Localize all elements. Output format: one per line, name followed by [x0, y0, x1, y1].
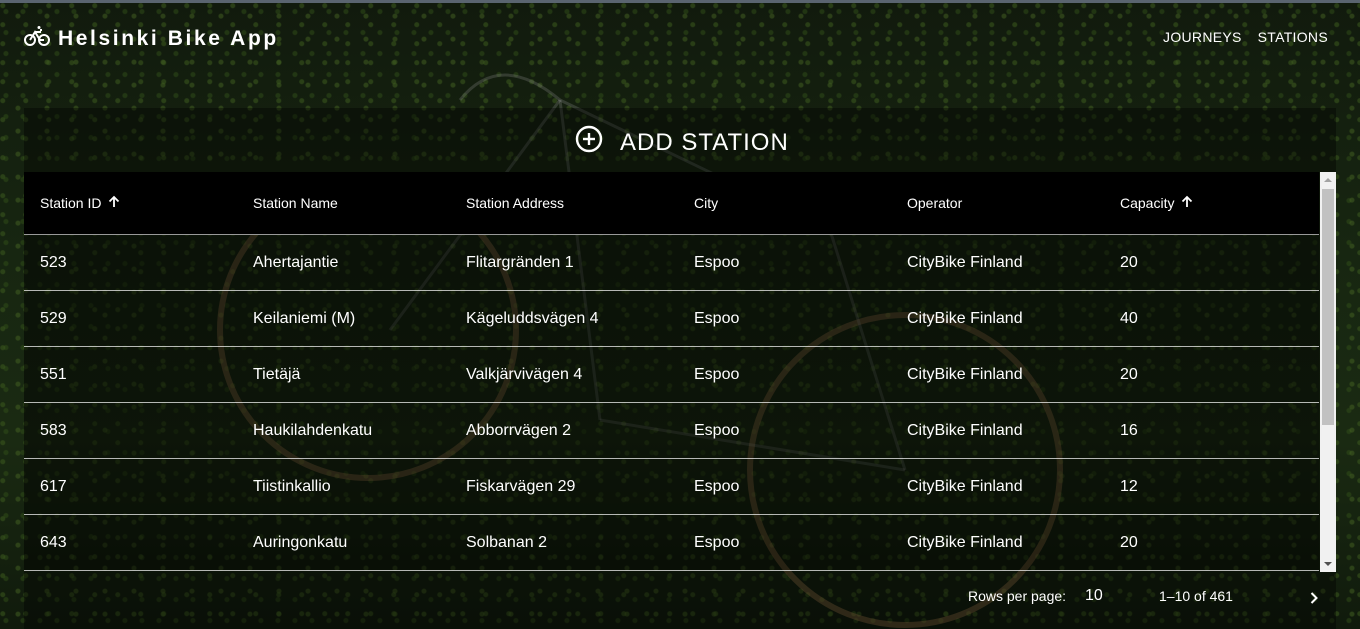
pagination-range: 1–10 of 461: [1159, 588, 1233, 604]
next-page-button[interactable]: [1304, 588, 1324, 608]
scrollbar-thumb[interactable]: [1322, 189, 1334, 425]
cell-station-name: Keilaniemi (M): [253, 309, 356, 327]
main-nav: JOURNEYS STATIONS: [1163, 29, 1328, 45]
add-station-label: ADD STATION: [620, 128, 789, 156]
cell-city: Espoo: [694, 477, 740, 495]
cell-station-address: Valkjärvivägen 4: [466, 365, 583, 383]
cell-operator: CityBike Finland: [907, 533, 1023, 551]
column-label: Operator: [907, 195, 963, 211]
scroll-up-icon[interactable]: [1320, 172, 1336, 188]
cell-operator: CityBike Finland: [907, 253, 1023, 271]
cell-operator: CityBike Finland: [907, 365, 1023, 383]
column-label: City: [694, 195, 719, 211]
column-label: Station ID: [40, 195, 102, 211]
cell-station-address: Flitargränden 1: [466, 253, 574, 271]
brand[interactable]: Helsinki Bike App: [24, 25, 279, 52]
cell-station-id: 529: [40, 309, 67, 327]
cell-city: Espoo: [694, 533, 740, 551]
cell-city: Espoo: [694, 309, 740, 327]
cell-capacity: 40: [1120, 309, 1138, 327]
cell-station-address: Kägeluddsvägen 4: [466, 309, 599, 327]
table-row[interactable]: 643 Auringonkatu Solbanan 2 Espoo CityBi…: [24, 515, 1319, 571]
arrow-up-icon: [1180, 195, 1194, 212]
column-label: Station Name: [253, 195, 338, 211]
rows-per-page-select[interactable]: 10: [1085, 587, 1103, 605]
table-scrollbar[interactable]: [1320, 172, 1336, 572]
table-row[interactable]: 523 Ahertajantie Flitargränden 1 Espoo C…: [24, 235, 1319, 291]
cell-station-name: Auringonkatu: [253, 533, 348, 551]
cell-city: Espoo: [694, 365, 740, 383]
cell-station-id: 523: [40, 253, 67, 271]
app-title: Helsinki Bike App: [58, 26, 279, 50]
cell-station-name: Tiistinkallio: [253, 477, 331, 495]
column-city[interactable]: City: [678, 195, 891, 211]
table-row[interactable]: 529 Keilaniemi (M) Kägeluddsvägen 4 Espo…: [24, 291, 1319, 347]
column-station-name[interactable]: Station Name: [237, 195, 450, 211]
table-header: Station ID Station Name Station Address …: [24, 172, 1319, 235]
cell-operator: CityBike Finland: [907, 477, 1023, 495]
column-station-address[interactable]: Station Address: [450, 195, 678, 211]
add-circle-icon: [574, 124, 604, 161]
table-row[interactable]: 583 Haukilahdenkatu Abborrvägen 2 Espoo …: [24, 403, 1319, 459]
cell-station-name: Tietäjä: [253, 365, 301, 383]
stations-table: Station ID Station Name Station Address …: [24, 172, 1319, 572]
cell-station-id: 643: [40, 533, 67, 551]
column-label: Capacity: [1120, 195, 1175, 211]
column-label: Station Address: [466, 195, 565, 211]
cell-operator: CityBike Finland: [907, 309, 1023, 327]
cell-station-id: 617: [40, 477, 67, 495]
cell-station-address: Abborrvägen 2: [466, 421, 571, 439]
cell-station-name: Haukilahdenkatu: [253, 421, 373, 439]
app-header: Helsinki Bike App JOURNEYS STATIONS: [0, 3, 1360, 69]
scroll-down-icon[interactable]: [1320, 556, 1336, 572]
cell-station-name: Ahertajantie: [253, 253, 339, 271]
add-station-button[interactable]: ADD STATION: [574, 124, 789, 161]
cell-station-id: 551: [40, 365, 67, 383]
cell-capacity: 20: [1120, 365, 1138, 383]
nav-journeys[interactable]: JOURNEYS: [1163, 29, 1242, 45]
column-operator[interactable]: Operator: [891, 195, 1104, 211]
cell-capacity: 12: [1120, 477, 1138, 495]
bike-icon: [24, 25, 50, 52]
cell-station-address: Fiskarvägen 29: [466, 477, 576, 495]
cell-capacity: 16: [1120, 421, 1138, 439]
cell-capacity: 20: [1120, 533, 1138, 551]
cell-capacity: 20: [1120, 253, 1138, 271]
cell-station-id: 583: [40, 421, 67, 439]
column-station-id[interactable]: Station ID: [24, 195, 237, 212]
table-row[interactable]: 617 Tiistinkallio Fiskarvägen 29 Espoo C…: [24, 459, 1319, 515]
cell-station-address: Solbanan 2: [466, 533, 547, 551]
rows-per-page-label: Rows per page:: [968, 588, 1067, 604]
chevron-right-icon: [1304, 592, 1324, 612]
column-capacity[interactable]: Capacity: [1104, 195, 1319, 212]
nav-stations[interactable]: STATIONS: [1258, 29, 1328, 45]
cell-city: Espoo: [694, 253, 740, 271]
arrow-up-icon: [107, 195, 121, 212]
cell-operator: CityBike Finland: [907, 421, 1023, 439]
cell-city: Espoo: [694, 421, 740, 439]
table-row[interactable]: 551 Tietäjä Valkjärvivägen 4 Espoo CityB…: [24, 347, 1319, 403]
